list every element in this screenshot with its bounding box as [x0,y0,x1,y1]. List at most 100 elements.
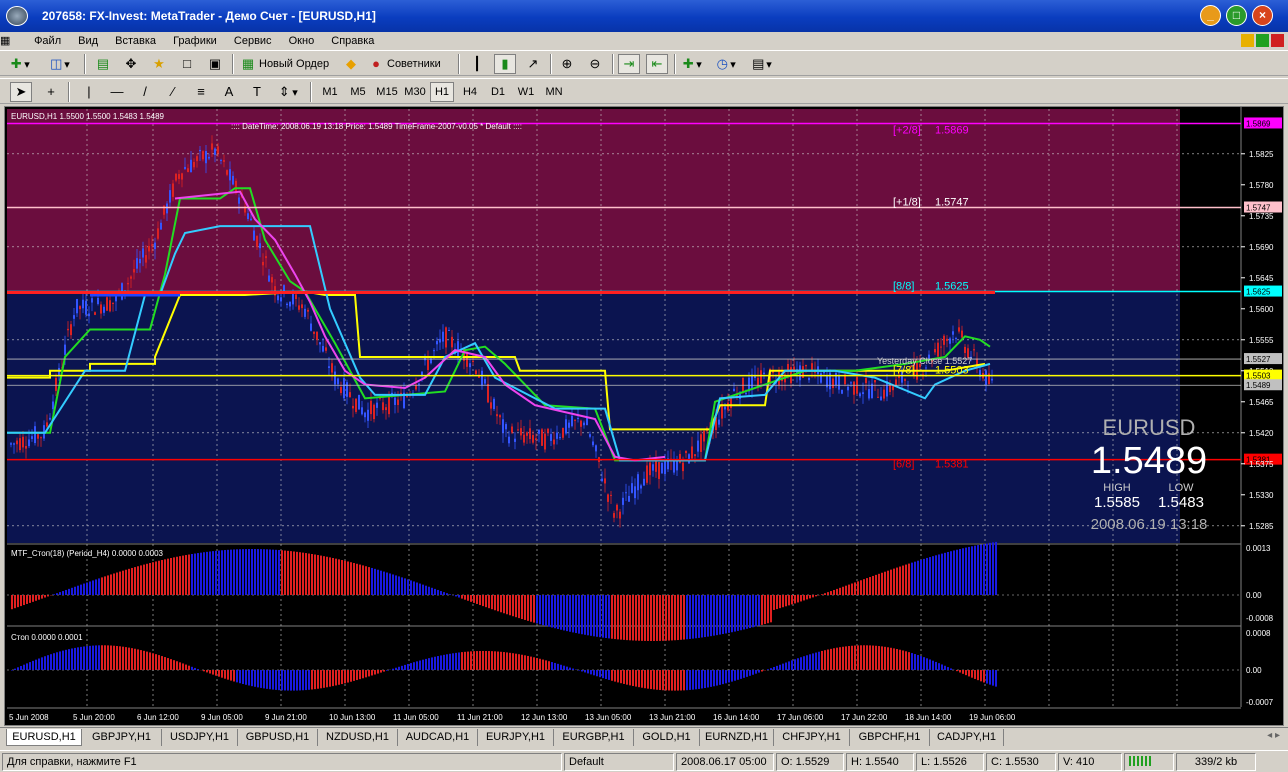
arrows-icon: ⇕ [278,84,290,99]
tab-nzdusd-h1[interactable]: NZDUSD,H1 [318,729,398,746]
tab-eurgbp-h1[interactable]: EURGBP,H1 [554,729,634,746]
candle-body [820,373,822,383]
tab-eurnzd-h1[interactable]: EURNZD,H1 [700,729,774,746]
indicators-button[interactable]: ✚ ▾ [680,54,702,74]
mtf-hist-bar [725,595,727,634]
zoom-out-button[interactable]: ⊖ [584,54,606,74]
trendline-button[interactable]: / [134,82,156,102]
child-close-icon[interactable] [1271,34,1284,47]
ind2-scale-0: 0.0008 [1246,629,1271,638]
arrows-button[interactable]: ⇕ ▾ [276,82,298,102]
tab-scroll-arrows[interactable]: ◂ ▸ [1267,730,1280,741]
favorites-button[interactable]: ★ [148,54,170,74]
candle-body [694,454,696,457]
stop-hist-bar [143,650,145,670]
app-icon[interactable] [6,6,28,26]
menu-insert[interactable]: Вставка [108,32,163,47]
chart-shift-button[interactable]: ⇤ [646,54,668,74]
terminal-button[interactable]: □ [176,54,198,74]
zoom-in-button[interactable]: ⊕ [556,54,578,74]
tf-w1[interactable]: W1 [514,82,538,102]
mtf-hist-bar [266,549,268,595]
fibo-button[interactable]: ≡ [190,82,212,102]
tab-gbpchf-h1[interactable]: GBPCHF,H1 [850,729,930,746]
tab-gbpjpy-h1[interactable]: GBPJPY,H1 [82,729,162,746]
chart-info: :::: DateTime: 2008.06.19 13:18 Price: 1… [231,122,522,131]
tf-m15[interactable]: M15 [374,82,400,102]
navigator-button[interactable]: ✥ [120,54,142,74]
candle-body [187,168,189,172]
menu-help[interactable]: Справка [324,32,381,47]
tf-m1[interactable]: M1 [318,82,342,102]
mtf-hist-bar [512,595,514,617]
stop-hist-bar [560,664,562,670]
vertical-line-button[interactable]: | [78,82,100,102]
chart-icon[interactable]: ▦ [0,34,24,47]
tf-h1[interactable]: H1 [430,82,454,102]
new-order-button[interactable]: ▦ Новый Ордер [240,54,336,74]
menu-charts[interactable]: Графики [166,32,224,47]
candle-body [883,389,885,399]
channel-button[interactable]: ⁄ [162,82,184,102]
tab-cadjpy-h1[interactable]: CADJPY,H1 [930,729,1004,746]
close-button[interactable]: × [1252,5,1273,26]
mtf-hist-bar [515,595,517,618]
mtf-hist-bar [374,568,376,595]
candle-body [184,166,186,169]
menu-window[interactable]: Окно [282,32,322,47]
stop-hist-bar [287,670,289,691]
candle-body [964,346,966,353]
menu-tools[interactable]: Сервис [227,32,279,47]
templates-button[interactable]: ▤ ▾ [750,54,772,74]
tab-audcad-h1[interactable]: AUDCAD,H1 [398,729,478,746]
line-chart-button[interactable]: ↗ [522,54,544,74]
menu-file[interactable]: Файл [27,32,68,47]
warning-button[interactable]: ◆ [340,54,362,74]
mtf-hist-bar [272,549,274,595]
child-restore-icon[interactable] [1256,34,1269,47]
profiles-button[interactable]: ◫ ▾ [48,54,70,74]
tf-m30[interactable]: M30 [402,82,428,102]
auto-scroll-button[interactable]: ⇥ [618,54,640,74]
mtf-hist-bar [923,558,925,595]
tf-mn[interactable]: MN [542,82,566,102]
tf-h4[interactable]: H4 [458,82,482,102]
chart-window[interactable]: EURUSD,H1 1.5500 1.5500 1.5483 1.5489:::… [4,106,1284,726]
tf-d1[interactable]: D1 [486,82,510,102]
experts-button[interactable]: ● Советники [368,54,452,74]
tab-chfjpy-h1[interactable]: CHFJPY,H1 [774,729,850,746]
stop-hist-bar [320,670,322,689]
crosshair-button[interactable]: + [40,82,62,102]
mtf-hist-bar [365,566,367,595]
cursor-button[interactable]: ➤ [10,82,32,102]
mtf-hist-bar [653,595,655,641]
tab-gold-h1[interactable]: GOLD,H1 [634,729,700,746]
mtf-hist-bar [218,550,220,595]
periods-button[interactable]: ◷ ▾ [714,54,736,74]
horizontal-line-button[interactable]: — [106,82,128,102]
mtf-hist-bar [674,595,676,641]
tab-usdjpy-h1[interactable]: USDJPY,H1 [162,729,238,746]
mtf-hist-bar [932,556,934,595]
candle-chart-button[interactable]: ▮ [494,54,516,74]
tf-m5[interactable]: M5 [346,82,370,102]
minimize-button[interactable]: _ [1200,5,1221,26]
tab-gbpusd-h1[interactable]: GBPUSD,H1 [238,729,318,746]
price-chart[interactable]: EURUSD,H1 1.5500 1.5500 1.5483 1.5489:::… [5,107,1283,725]
tab-eurusd-h1[interactable]: EURUSD,H1 [6,729,82,746]
maximize-button[interactable]: □ [1226,5,1247,26]
label-button[interactable]: T [246,82,268,102]
candle-body [862,392,864,395]
bar-chart-button[interactable]: ┃ [466,54,488,74]
tab-eurjpy-h1[interactable]: EURJPY,H1 [478,729,554,746]
stop-hist-bar [932,660,934,670]
new-chart-button[interactable]: ✚ ▾ [8,54,30,74]
market-watch-button[interactable]: ▤ [92,54,114,74]
candle-body [337,378,339,385]
menu-view[interactable]: Вид [71,32,105,47]
candle-body [541,429,543,446]
text-button[interactable]: A [218,82,240,102]
child-minimize-icon[interactable] [1241,34,1254,47]
stop-hist-bar [557,663,559,670]
tester-button[interactable]: ▣ [204,54,226,74]
